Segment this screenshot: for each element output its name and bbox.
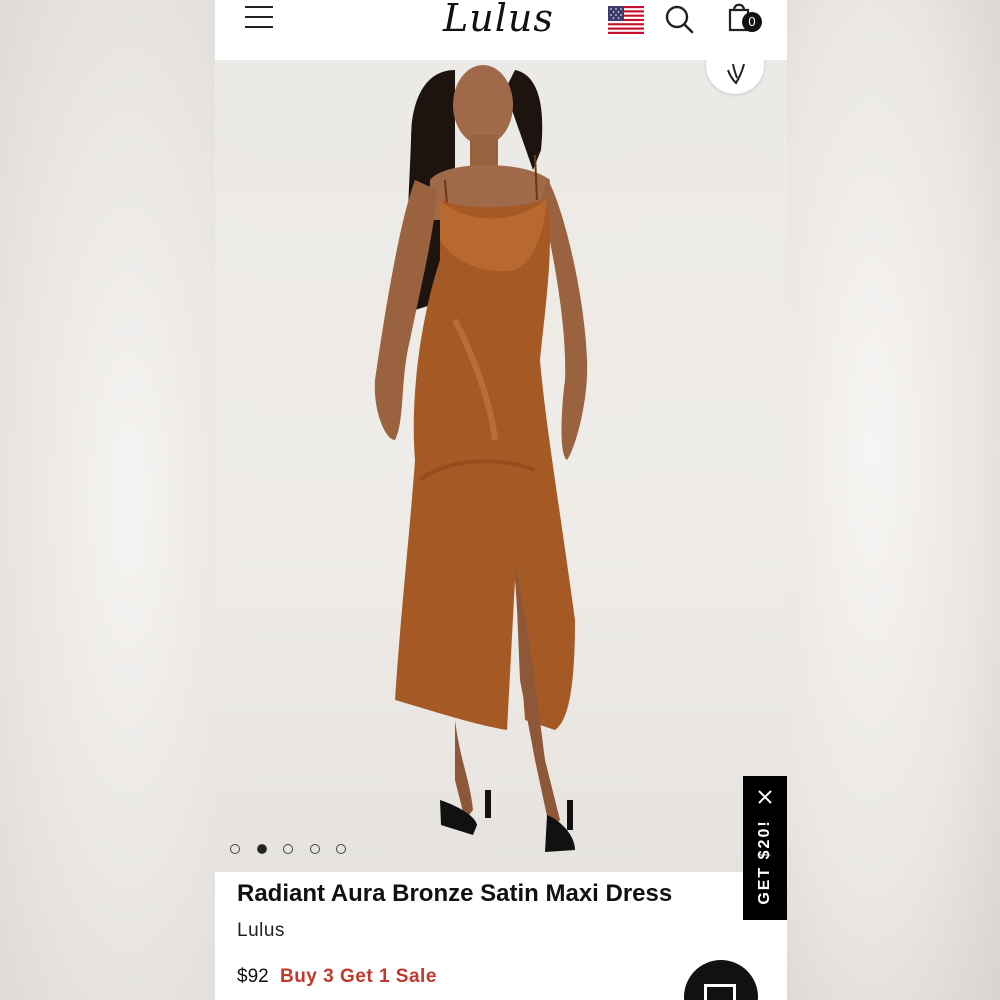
promo-tab[interactable]: GET $20! bbox=[743, 776, 787, 920]
carousel-dot-1[interactable] bbox=[230, 844, 240, 854]
heart-icon bbox=[727, 63, 745, 85]
product-title: Radiant Aura Bronze Satin Maxi Dress bbox=[237, 880, 673, 907]
model-photo bbox=[374, 65, 588, 852]
search-icon[interactable] bbox=[664, 4, 694, 34]
sale-link[interactable]: Buy 3 Get 1 Sale bbox=[280, 966, 437, 987]
carousel-dot-4[interactable] bbox=[309, 844, 320, 854]
shopping-bag-button[interactable]: 0 bbox=[724, 0, 764, 36]
product-price: $92 bbox=[237, 966, 269, 987]
carousel-dot-2[interactable] bbox=[256, 844, 267, 854]
promo-label: GET $20! bbox=[756, 819, 773, 905]
site-header: Lulus 0 bbox=[215, 0, 787, 60]
carousel-dot-5[interactable] bbox=[336, 844, 346, 854]
site-logo[interactable]: Lulus bbox=[443, 0, 554, 40]
chat-icon bbox=[704, 984, 736, 1000]
price-row: $92 Buy 3 Get 1 Sale bbox=[237, 966, 437, 988]
mobile-page: Lulus 0 GET $20! Radiant Aura Bronze Sat… bbox=[215, 0, 787, 1000]
chat-button[interactable] bbox=[684, 960, 758, 1000]
carousel-dot-3[interactable] bbox=[283, 844, 293, 854]
product-image[interactable] bbox=[215, 60, 787, 872]
bag-count-badge: 0 bbox=[742, 12, 762, 32]
favorite-button[interactable] bbox=[706, 60, 764, 94]
hamburger-menu-icon[interactable] bbox=[245, 6, 273, 28]
product-brand[interactable]: Lulus bbox=[237, 920, 285, 942]
background-left bbox=[0, 0, 215, 1000]
background-right bbox=[787, 0, 1000, 1000]
close-icon[interactable] bbox=[756, 788, 774, 806]
us-flag-icon[interactable] bbox=[608, 6, 644, 34]
